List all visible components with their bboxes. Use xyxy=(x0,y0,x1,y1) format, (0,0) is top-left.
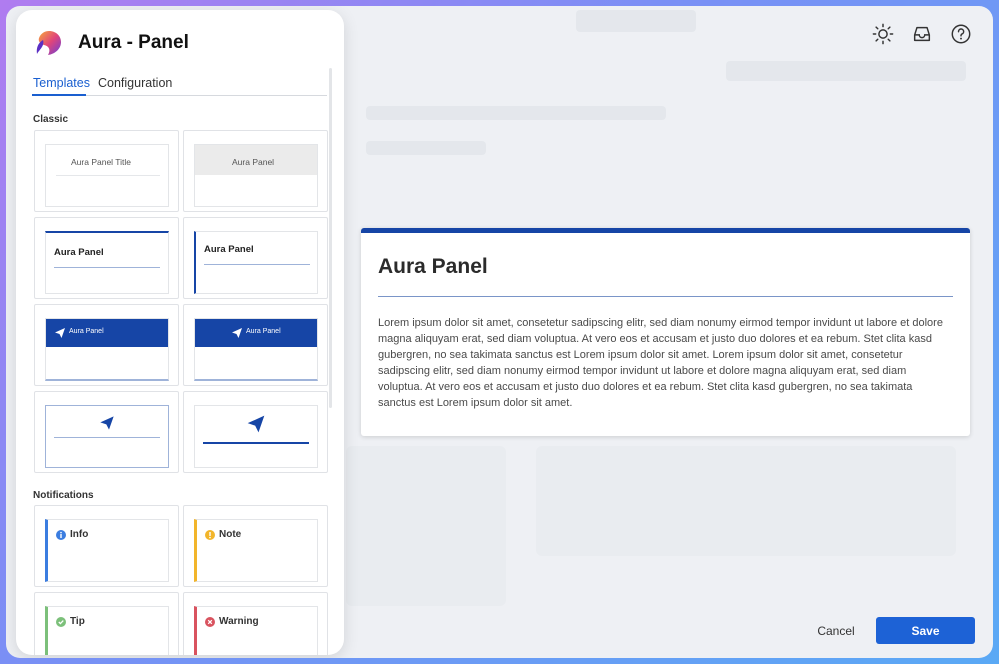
section-label-notifications: Notifications xyxy=(33,490,94,501)
active-tab-indicator xyxy=(32,94,86,96)
background-placeholder xyxy=(536,446,956,556)
notification-label: Tip xyxy=(70,616,85,627)
template-title-label: Aura Panel xyxy=(246,328,281,335)
background-placeholder xyxy=(346,446,506,606)
paper-plane-icon xyxy=(232,328,242,338)
scrollbar[interactable] xyxy=(329,68,332,408)
thumb-header: Aura Panel xyxy=(46,319,168,347)
preview-body-text: Lorem ipsum dolor sit amet, consetetur s… xyxy=(378,317,943,409)
aura-logo-icon xyxy=(36,31,61,55)
app-window: Aura Panel Lorem ipsum dolor sit amet, c… xyxy=(6,6,993,658)
tab-configuration[interactable]: Configuration xyxy=(98,76,172,90)
preview-divider xyxy=(378,296,953,297)
inbox-icon[interactable] xyxy=(911,23,933,45)
paper-plane-icon xyxy=(55,328,65,338)
template-thumbnail: Info xyxy=(45,519,169,582)
template-title-label: Aura Panel Title xyxy=(71,157,132,167)
sun-icon[interactable] xyxy=(872,23,894,45)
notification-card-note[interactable]: Note xyxy=(183,505,328,587)
template-thumbnail: Aura Panel xyxy=(194,231,318,294)
template-thumbnail: Aura Panel xyxy=(45,231,169,294)
template-card[interactable]: Aura Panel xyxy=(183,217,328,299)
thumb-divider xyxy=(204,264,310,265)
template-title-label: Aura Panel xyxy=(69,328,104,335)
template-title-label: Aura Panel xyxy=(54,247,104,258)
template-thumbnail: Aura Panel xyxy=(45,318,169,381)
template-thumbnail xyxy=(45,405,169,468)
template-card[interactable]: Aura Panel xyxy=(183,304,328,386)
paper-plane-icon xyxy=(100,416,114,430)
panel-title: Aura - Panel xyxy=(78,32,189,53)
template-thumbnail: Tip xyxy=(45,606,169,655)
help-icon[interactable] xyxy=(950,23,972,45)
info-icon xyxy=(56,530,66,540)
note-icon xyxy=(205,530,215,540)
template-card[interactable]: Aura Panel Title xyxy=(34,130,179,212)
template-card[interactable]: Aura Panel xyxy=(34,304,179,386)
thumb-header: Aura Panel xyxy=(195,319,317,347)
section-label-classic: Classic xyxy=(33,114,69,125)
panel-preview: Aura Panel Lorem ipsum dolor sit amet, c… xyxy=(361,228,970,436)
background-placeholder xyxy=(366,141,486,155)
template-thumbnail: Aura Panel xyxy=(194,318,318,381)
save-button[interactable]: Save xyxy=(876,617,975,644)
template-thumbnail: Warning xyxy=(194,606,318,655)
template-title-label: Aura Panel xyxy=(204,244,254,255)
panel-header: Aura - Panel xyxy=(34,28,189,58)
template-title-label: Aura Panel xyxy=(232,157,275,167)
preview-title: Aura Panel xyxy=(378,255,488,278)
notification-card-tip[interactable]: Tip xyxy=(34,592,179,655)
tab-templates[interactable]: Templates xyxy=(33,76,90,90)
template-thumbnail xyxy=(194,405,318,468)
warning-icon xyxy=(205,617,215,627)
template-thumbnail: Aura Panel xyxy=(194,144,318,207)
notification-label: Info xyxy=(70,529,89,540)
background-placeholder xyxy=(576,10,696,32)
template-card[interactable] xyxy=(34,391,179,473)
cancel-button[interactable]: Cancel xyxy=(806,618,866,644)
background-placeholder xyxy=(726,61,966,81)
template-thumbnail: Aura Panel Title xyxy=(45,144,169,207)
template-card[interactable]: Aura Panel xyxy=(183,130,328,212)
thumb-divider xyxy=(54,267,160,268)
thumb-divider xyxy=(56,175,160,176)
template-card[interactable] xyxy=(183,391,328,473)
notification-card-info[interactable]: Info xyxy=(34,505,179,587)
template-card[interactable]: Aura Panel xyxy=(34,217,179,299)
background-placeholder xyxy=(366,106,666,120)
notification-label: Note xyxy=(219,529,242,540)
thumb-divider xyxy=(54,437,160,438)
template-thumbnail: Note xyxy=(194,519,318,582)
tab-bar: Templates Configuration xyxy=(32,72,327,96)
tip-icon xyxy=(56,617,66,627)
notification-card-warning[interactable]: Warning xyxy=(183,592,328,655)
notification-label: Warning xyxy=(219,616,259,627)
thumb-divider xyxy=(203,442,309,444)
templates-sidebar: Aura - Panel Templates Configuration Cla… xyxy=(16,10,344,655)
paper-plane-icon xyxy=(247,415,265,433)
